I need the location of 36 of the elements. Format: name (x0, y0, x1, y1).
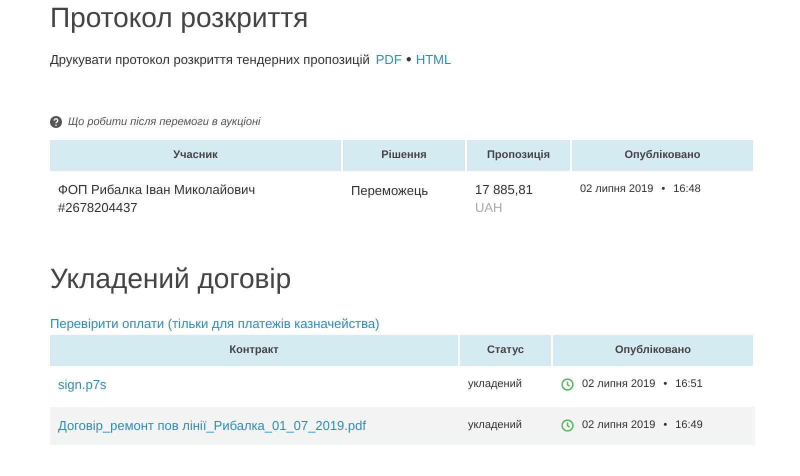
check-payments-link[interactable]: Перевірити оплати (тільки для платежів казначейства) (50, 314, 755, 333)
section-title: Протокол розкриття (50, 1, 310, 35)
column-header: Контракт (50, 335, 460, 366)
participant-name: ФОП Рибалка Іван Миколайович (58, 180, 256, 198)
help-link[interactable]: Що робити після перемоги в аукціоні (68, 114, 260, 130)
publish-date: 02 липня 2019 (582, 418, 656, 434)
contract-file-link[interactable]: Договір_ремонт пов лінії_Рибалка_01_07_2019.pdf (58, 416, 366, 436)
column-header: Учасник (50, 140, 343, 170)
section-title: Укладений договір (50, 262, 292, 296)
publish-date: 02 липня 2019 (582, 377, 656, 392)
decision-text: Переможець (351, 182, 428, 198)
column-header: Опубліковано (572, 140, 755, 170)
publish-time: 16:48 (673, 182, 701, 196)
pdf-link[interactable]: PDF (376, 50, 402, 70)
separator-dot: • (663, 418, 668, 434)
publish-time: 16:51 (675, 377, 703, 392)
column-header: Статус (460, 335, 553, 366)
publish-date: 02 липня 2019 (580, 182, 654, 196)
publish-time: 16:49 (675, 418, 703, 434)
clock-icon (561, 419, 574, 432)
bid-amount: 17 885,81 (475, 180, 534, 198)
column-header: Рішення (343, 140, 467, 170)
status-text: укладений (468, 418, 522, 434)
participant-code: #2678204437 (58, 198, 139, 216)
separator-dot: • (661, 182, 666, 196)
column-header: Опубліковано (553, 335, 755, 366)
separator-dot: ● (406, 53, 412, 68)
html-link[interactable]: HTML (416, 50, 452, 70)
print-protocol-text: Друкувати протокол розкриття тендерних пропозицій (50, 51, 370, 69)
column-header: Пропозиція (467, 140, 572, 170)
contract-file-link[interactable]: sign.p7s (58, 374, 106, 394)
status-text: укладений (468, 377, 522, 392)
clock-icon (561, 378, 574, 391)
separator-dot: • (663, 377, 668, 392)
help-icon (50, 116, 62, 128)
currency-text: UAH (475, 198, 504, 216)
